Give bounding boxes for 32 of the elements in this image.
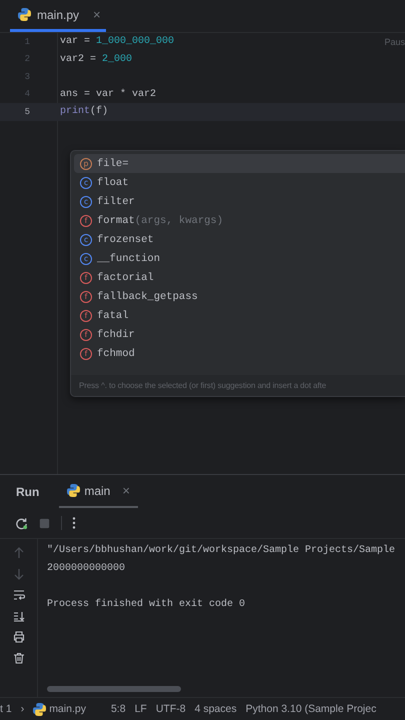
python-file-icon [33,702,46,716]
code-line: print(f) [60,106,108,118]
status-item[interactable]: 4 spaces [194,703,237,715]
code-line: var = 1_000_000_000 [60,36,174,48]
breadcrumb-item[interactable]: › [20,703,24,715]
status-item[interactable]: Python 3.10 (Sample Projec [246,703,376,715]
code-line: ans = var * var2 [60,88,156,100]
breadcrumb-file[interactable]: main.py [49,703,86,715]
print-icon[interactable] [12,631,24,643]
run-tab[interactable]: main × [59,475,138,508]
tab-label[interactable]: main.py [37,8,80,22]
console-output: Process finished with exit code 0 [47,598,246,610]
scrollbar-thumb[interactable] [47,686,181,692]
python-file-icon [67,484,80,497]
code-line: var2 = 2_000 [60,54,132,65]
status-item[interactable]: UTF-8 [156,703,186,715]
tab-label[interactable]: main [84,484,110,498]
status-item[interactable]: LF [134,703,147,715]
scroll-to-end-icon[interactable] [12,610,24,622]
more-icon[interactable] [72,516,76,530]
panel-title: Run [16,484,40,498]
breadcrumb-item[interactable]: t 1 [0,703,12,715]
console-output: "/Users/bbhushan/work/git/workspace/Sample Projects/Sample [47,544,396,556]
line-number: 5 [24,106,30,117]
inlay-hint: Paus [384,36,405,47]
python-file-icon [18,8,31,21]
trash-icon[interactable] [12,652,24,664]
status-item[interactable]: 5:8 [110,703,126,715]
hint-text: Press ^. to choose the selected (or first) suggestion and insert a dot afte [71,375,405,396]
wrap-icon[interactable] [12,589,24,601]
rerun-icon[interactable] [15,516,28,530]
console-output: 2000000000000 [47,562,126,574]
